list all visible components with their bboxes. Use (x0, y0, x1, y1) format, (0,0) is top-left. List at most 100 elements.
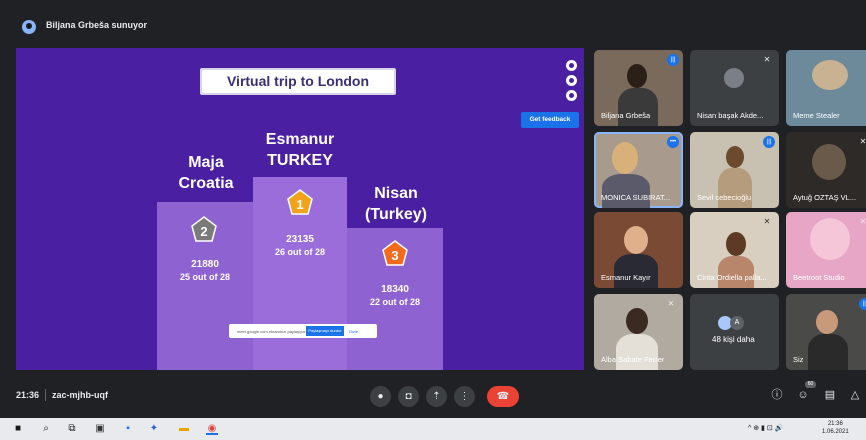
first-place-name: Esmanur TURKEY (253, 129, 347, 171)
participant-name: Nisan başak Akde... (697, 111, 764, 120)
participant-count-badge: 60 (805, 381, 816, 388)
mic-off-icon: ✕ (859, 217, 866, 226)
slide-tool-3-icon[interactable] (566, 90, 577, 101)
stop-sharing-button[interactable]: Paylaşmayı durdur (306, 326, 344, 336)
participant-tile[interactable]: ✕ Cinta Ordiella palla... (690, 212, 779, 288)
participant-tile[interactable]: ||| Sevil cebecioğlu (690, 132, 779, 208)
first-place-out-of: 26 out of 28 (274, 247, 325, 257)
first-place-score: 23135 (286, 234, 314, 245)
participant-video (626, 308, 648, 334)
more-icon[interactable]: ⋮ (454, 386, 475, 407)
task-view-icon[interactable]: ⧉ (66, 423, 78, 435)
slide-title: Virtual trip to London (200, 68, 396, 95)
search-icon[interactable]: ⌕ (40, 423, 52, 435)
rank-1-badge-icon: 1 (287, 189, 313, 215)
first-place-podium: 1 23135 26 out of 28 (253, 177, 347, 370)
third-place-name-line1: Nisan (374, 185, 418, 202)
meet-window: Biljana Grbeša sunuyor Virtual trip to L… (0, 0, 866, 440)
participant-video (726, 146, 744, 168)
more-participants-tile[interactable]: A 48 kişi daha (690, 294, 779, 370)
participant-tile[interactable]: ✕ Aytuğ OZTAŞ VL... (786, 132, 866, 208)
people-icon[interactable]: ☺ (796, 388, 810, 402)
self-tile[interactable]: ||| Siz (786, 294, 866, 370)
taskbar-clock: 21:36 1.06.2021 (822, 420, 849, 436)
microphone-icon[interactable]: ● (370, 386, 391, 407)
file-explorer-icon[interactable]: ▬ (178, 423, 190, 435)
participant-avatar (724, 68, 744, 88)
third-place-podium: 3 18340 22 out of 28 (347, 228, 443, 370)
chat-icon[interactable]: ▤ (823, 388, 837, 402)
activities-icon[interactable]: △ (848, 388, 862, 402)
windows-taskbar: ■ ⌕ ⧉ ▣ ▪ ✦ ▬ ◉ ^ ⊕ ▮ ⊡ 🔊 21:36 1.06.202… (0, 418, 866, 440)
participant-video (810, 218, 850, 260)
participant-tile[interactable]: ✕ Beetroot Studio (786, 212, 866, 288)
hide-notice-link[interactable]: Gizle (349, 329, 358, 334)
second-place-score: 21880 (191, 259, 219, 270)
slide-tool-2-icon[interactable] (566, 75, 577, 86)
self-video (816, 310, 838, 334)
screen-share-notice: meet.google.com ekranınızı paylaşıyor. P… (229, 324, 377, 338)
taskbar-time: 21:36 (827, 421, 843, 427)
participant-tile[interactable]: Esmanur Kayır (594, 212, 683, 288)
mic-off-icon: ✕ (763, 55, 771, 64)
divider (45, 389, 46, 401)
participant-name: Cinta Ordiella palla... (697, 273, 767, 282)
start-icon[interactable]: ■ (12, 423, 24, 435)
present-icon[interactable]: ⇡ (426, 386, 447, 407)
participant-name: Sevil cebecioğlu (697, 193, 752, 202)
speaking-indicator-icon: ||| (763, 136, 775, 148)
participant-avatar: A (730, 316, 744, 330)
chrome-icon[interactable]: ◉ (206, 423, 218, 435)
svg-text:2: 2 (200, 224, 207, 239)
participant-tile[interactable]: ••• MONICA SUBIRAT... (594, 132, 683, 208)
participant-name: Biljana Grbeša (601, 111, 651, 120)
participant-video (726, 232, 746, 256)
presenter-avatar (22, 20, 36, 34)
top-bar: Biljana Grbeša sunuyor (0, 0, 866, 44)
dropbox-icon[interactable]: ✦ (148, 423, 160, 435)
first-place-name-line2: TURKEY (267, 152, 333, 169)
participant-name: Esmanur Kayır (601, 273, 651, 282)
mic-off-icon: ✕ (667, 299, 675, 308)
camera-icon[interactable]: ◘ (398, 386, 419, 407)
participant-name: Alba Sabate Ferrer (601, 355, 665, 364)
info-icon[interactable]: ⓘ (770, 388, 784, 402)
second-place-podium: 2 21880 25 out of 28 (157, 202, 253, 370)
more-options-icon[interactable]: ••• (667, 136, 679, 148)
app-icon[interactable]: ▣ (94, 423, 106, 435)
participant-video (612, 142, 638, 174)
taskbar-date: 1.06.2021 (822, 429, 849, 435)
second-place-out-of: 25 out of 28 (179, 272, 230, 282)
svg-text:1: 1 (296, 197, 303, 212)
svg-text:3: 3 (391, 248, 398, 263)
third-place-name: Nisan (Turkey) (349, 183, 443, 225)
participant-tile[interactable]: Meme Stealer (786, 50, 866, 126)
participant-tile[interactable]: ||| Biljana Grbeša (594, 50, 683, 126)
second-place-name-line2: Croatia (178, 175, 234, 192)
participant-video (627, 64, 647, 88)
first-place-name-line1: Esmanur (265, 131, 335, 148)
speaking-indicator-icon: ||| (667, 54, 679, 66)
participant-tile[interactable]: ✕ Nisan başak Akde... (690, 50, 779, 126)
third-place-score: 18340 (381, 284, 409, 295)
third-place-out-of: 22 out of 28 (369, 297, 420, 307)
system-tray[interactable]: ^ ⊕ ▮ ⊡ 🔊 (748, 424, 783, 432)
slide-tool-1-icon[interactable] (566, 60, 577, 71)
presenter-label: Biljana Grbeša sunuyor (46, 20, 148, 30)
second-place-name: Maja Croatia (164, 152, 248, 194)
mic-off-icon: ✕ (763, 217, 771, 226)
participant-name: MONICA SUBIRAT... (601, 193, 671, 202)
participant-video (624, 226, 648, 254)
second-place-name-line1: Maja (188, 154, 224, 171)
participant-video (812, 60, 848, 90)
participant-tile[interactable]: ✕ Alba Sabate Ferrer (594, 294, 683, 370)
participant-name: Beetroot Studio (793, 273, 845, 282)
app-icon[interactable]: ▪ (122, 423, 134, 435)
get-feedback-button[interactable]: Get feedback (521, 112, 579, 128)
meeting-clock: 21:36 (16, 390, 40, 400)
participant-name: Aytuğ OZTAŞ VL... (793, 193, 857, 202)
speaking-indicator-icon: ||| (859, 298, 866, 310)
presentation-slide[interactable]: Virtual trip to London Get feedback Maja… (16, 48, 584, 370)
participant-name: Meme Stealer (793, 111, 840, 120)
end-call-icon[interactable]: ☎ (487, 386, 519, 407)
